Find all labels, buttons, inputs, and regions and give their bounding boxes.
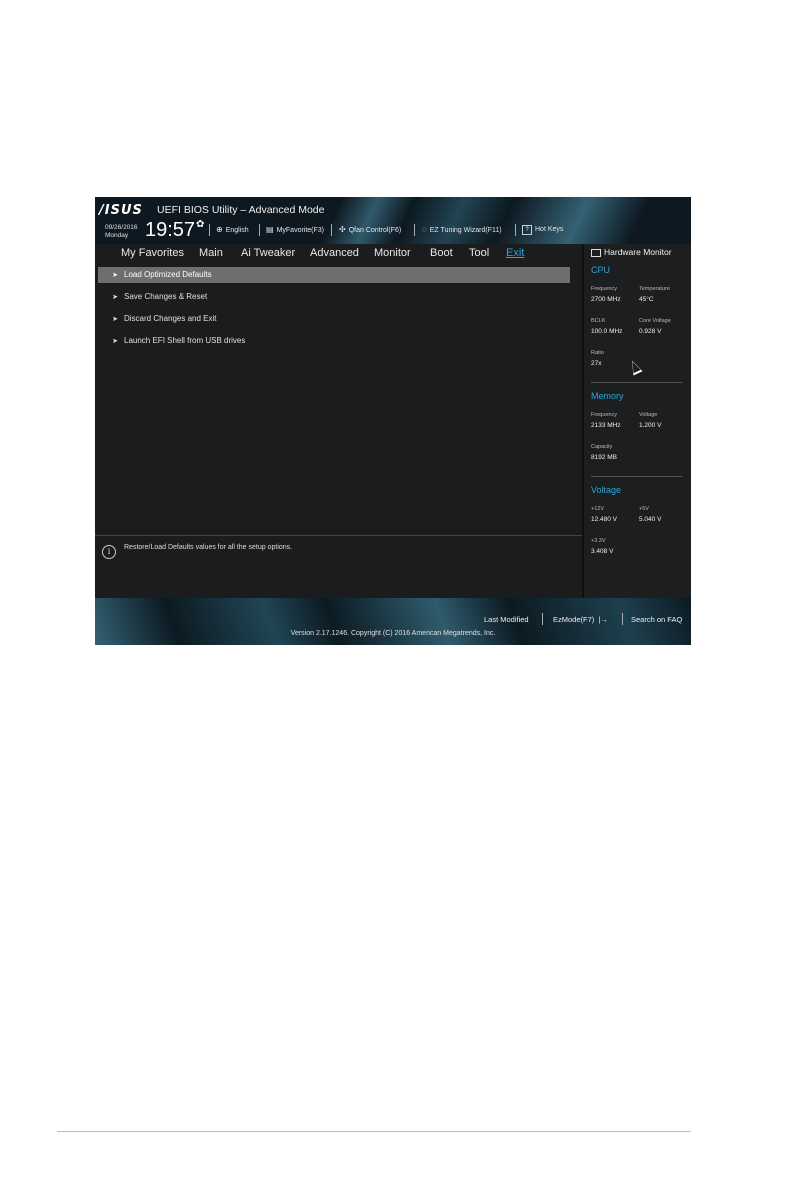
tab-tool[interactable]: Tool [469,247,489,259]
v5-value: 5.040 V [639,516,662,523]
list-item-load-optimized-defaults[interactable]: ➤ Load Optimized Defaults [98,267,570,283]
bios-header: /ISUS UEFI BIOS Utility – Advanced Mode … [95,197,691,244]
bios-screen: /ISUS UEFI BIOS Utility – Advanced Mode … [95,197,691,645]
globe-icon: ⊕ [216,225,223,234]
v12-value: 12.480 V [591,516,618,523]
bios-footer: Last Modified EzMode(F7) |→ Search on FA… [95,598,691,645]
core-voltage-value: 0.928 V [639,328,662,335]
cpu-temperature-value: 45°C [639,296,654,303]
section-separator [591,476,682,477]
toolbar-separator [209,224,210,236]
hardware-monitor-label: Hardware Monitor [604,247,672,257]
main-menu: My Favorites Main Ai Tweaker Advanced Mo… [95,245,585,263]
tab-monitor[interactable]: Monitor [374,247,411,259]
footer-separator [542,613,543,625]
gear-icon[interactable]: ✿ [196,219,204,230]
hardware-monitor-panel: Hardware Monitor CPU Frequency 2700 MHz … [584,244,691,598]
tab-boot[interactable]: Boot [430,247,453,259]
voltage-heading: Voltage [591,485,622,495]
toolbar-separator [259,224,260,236]
tab-exit[interactable]: Exit [506,247,524,259]
info-icon: i [102,545,116,559]
list-item-discard-changes-exit[interactable]: ➤ Discard Changes and Exit [98,311,570,327]
ezmode-label: EzMode(F7) [553,615,595,624]
fan-icon: ✣ [339,225,346,234]
date-value: 09/26/2016 [105,224,138,231]
cpu-heading: CPU [591,265,611,275]
hardware-monitor-title: Hardware Monitor [591,247,672,257]
item-label: Launch EFI Shell from USB drives [124,336,246,345]
hotkeys-label: Hot Keys [535,226,564,233]
myfavorite-button[interactable]: ▤ MyFavorite(F3) [266,225,324,234]
clock-display[interactable]: 19:57 [145,219,195,242]
date-display: 09/26/2016 Monday [105,224,138,240]
qfan-button[interactable]: ✣ Qfan Control(F6) [339,225,401,234]
capacity-value: 8192 MB [591,454,618,461]
monitor-icon [591,248,601,257]
bios-title: UEFI BIOS Utility – Advanced Mode [157,204,325,216]
v33-value: 3.408 V [591,548,614,555]
toolbar-separator [515,224,516,236]
capacity-label: Capacity [591,444,613,450]
copyright-text: Version 2.17.1246. Copyright (C) 2016 Am… [290,630,496,637]
cpu-temperature-label: Temperature [639,286,670,292]
item-label: Load Optimized Defaults [124,270,212,279]
chevron-right-icon: ➤ [112,338,118,345]
ratio-value: 27x [591,360,602,367]
asus-logo: /ISUS [99,203,143,218]
exit-arrow-icon: |→ [598,615,608,624]
hotkeys-button[interactable]: ? Hot Keys [522,225,563,235]
language-button[interactable]: ⊕ English [216,225,249,234]
help-text: Restore/Load Defaults values for all the… [124,544,293,551]
tab-ai-tweaker[interactable]: Ai Tweaker [241,247,295,259]
chevron-right-icon: ➤ [112,316,118,323]
cpu-frequency-value: 2700 MHz [591,296,621,303]
favorite-list-icon: ▤ [266,225,274,234]
help-key-icon: ? [522,225,532,235]
exit-options-list: ➤ Load Optimized Defaults ➤ Save Changes &… [95,263,582,533]
list-item-save-changes-reset[interactable]: ➤ Save Changes & Reset [98,289,570,305]
chevron-right-icon: ➤ [112,294,118,301]
memory-voltage-value: 1.200 V [639,422,662,429]
memory-frequency-label: Frequency [591,412,617,418]
search-faq-button[interactable]: Search on FAQ [631,615,682,624]
help-divider [95,535,582,536]
item-label: Save Changes & Reset [124,292,208,301]
list-item-launch-efi-shell[interactable]: ➤ Launch EFI Shell from USB drives [98,333,570,349]
toolbar-separator [331,224,332,236]
ezmode-button[interactable]: EzMode(F7) |→ [553,615,608,624]
memory-voltage-label: Voltage [639,412,658,418]
v12-label: +12V [591,506,604,512]
page-footer-rule [57,1131,691,1132]
memory-frequency-value: 2133 MHz [591,422,621,429]
tab-my-favorites[interactable]: My Favorites [121,247,184,259]
help-panel: i Restore/Load Defaults values for all t… [95,537,582,597]
ratio-label: Ratio [591,350,604,356]
section-separator [591,382,682,383]
bclk-label: BCLK [591,318,606,324]
ez-tuning-button[interactable]: ◌ EZ Tuning Wizard(F11) [422,225,502,234]
footer-separator [622,613,623,625]
lightbulb-icon: ◌ [422,225,427,234]
v5-label: +5V [639,506,649,512]
last-modified-button[interactable]: Last Modified [484,615,529,624]
tab-main[interactable]: Main [199,247,223,259]
bclk-value: 100.0 MHz [591,328,623,335]
v33-label: +3.3V [591,538,606,544]
chevron-right-icon: ➤ [112,272,118,279]
myfavorite-label: MyFavorite(F3) [276,227,325,234]
ez-tuning-label: EZ Tuning Wizard(F11) [429,227,502,234]
item-label: Discard Changes and Exit [124,314,217,323]
toolbar-separator [414,224,415,236]
tab-advanced[interactable]: Advanced [310,247,359,259]
language-label: English [225,227,249,234]
cpu-frequency-label: Frequency [591,286,617,292]
qfan-label: Qfan Control(F6) [348,227,402,234]
memory-heading: Memory [591,391,624,401]
day-value: Monday [105,232,129,239]
core-voltage-label: Core Voltage [639,318,671,324]
